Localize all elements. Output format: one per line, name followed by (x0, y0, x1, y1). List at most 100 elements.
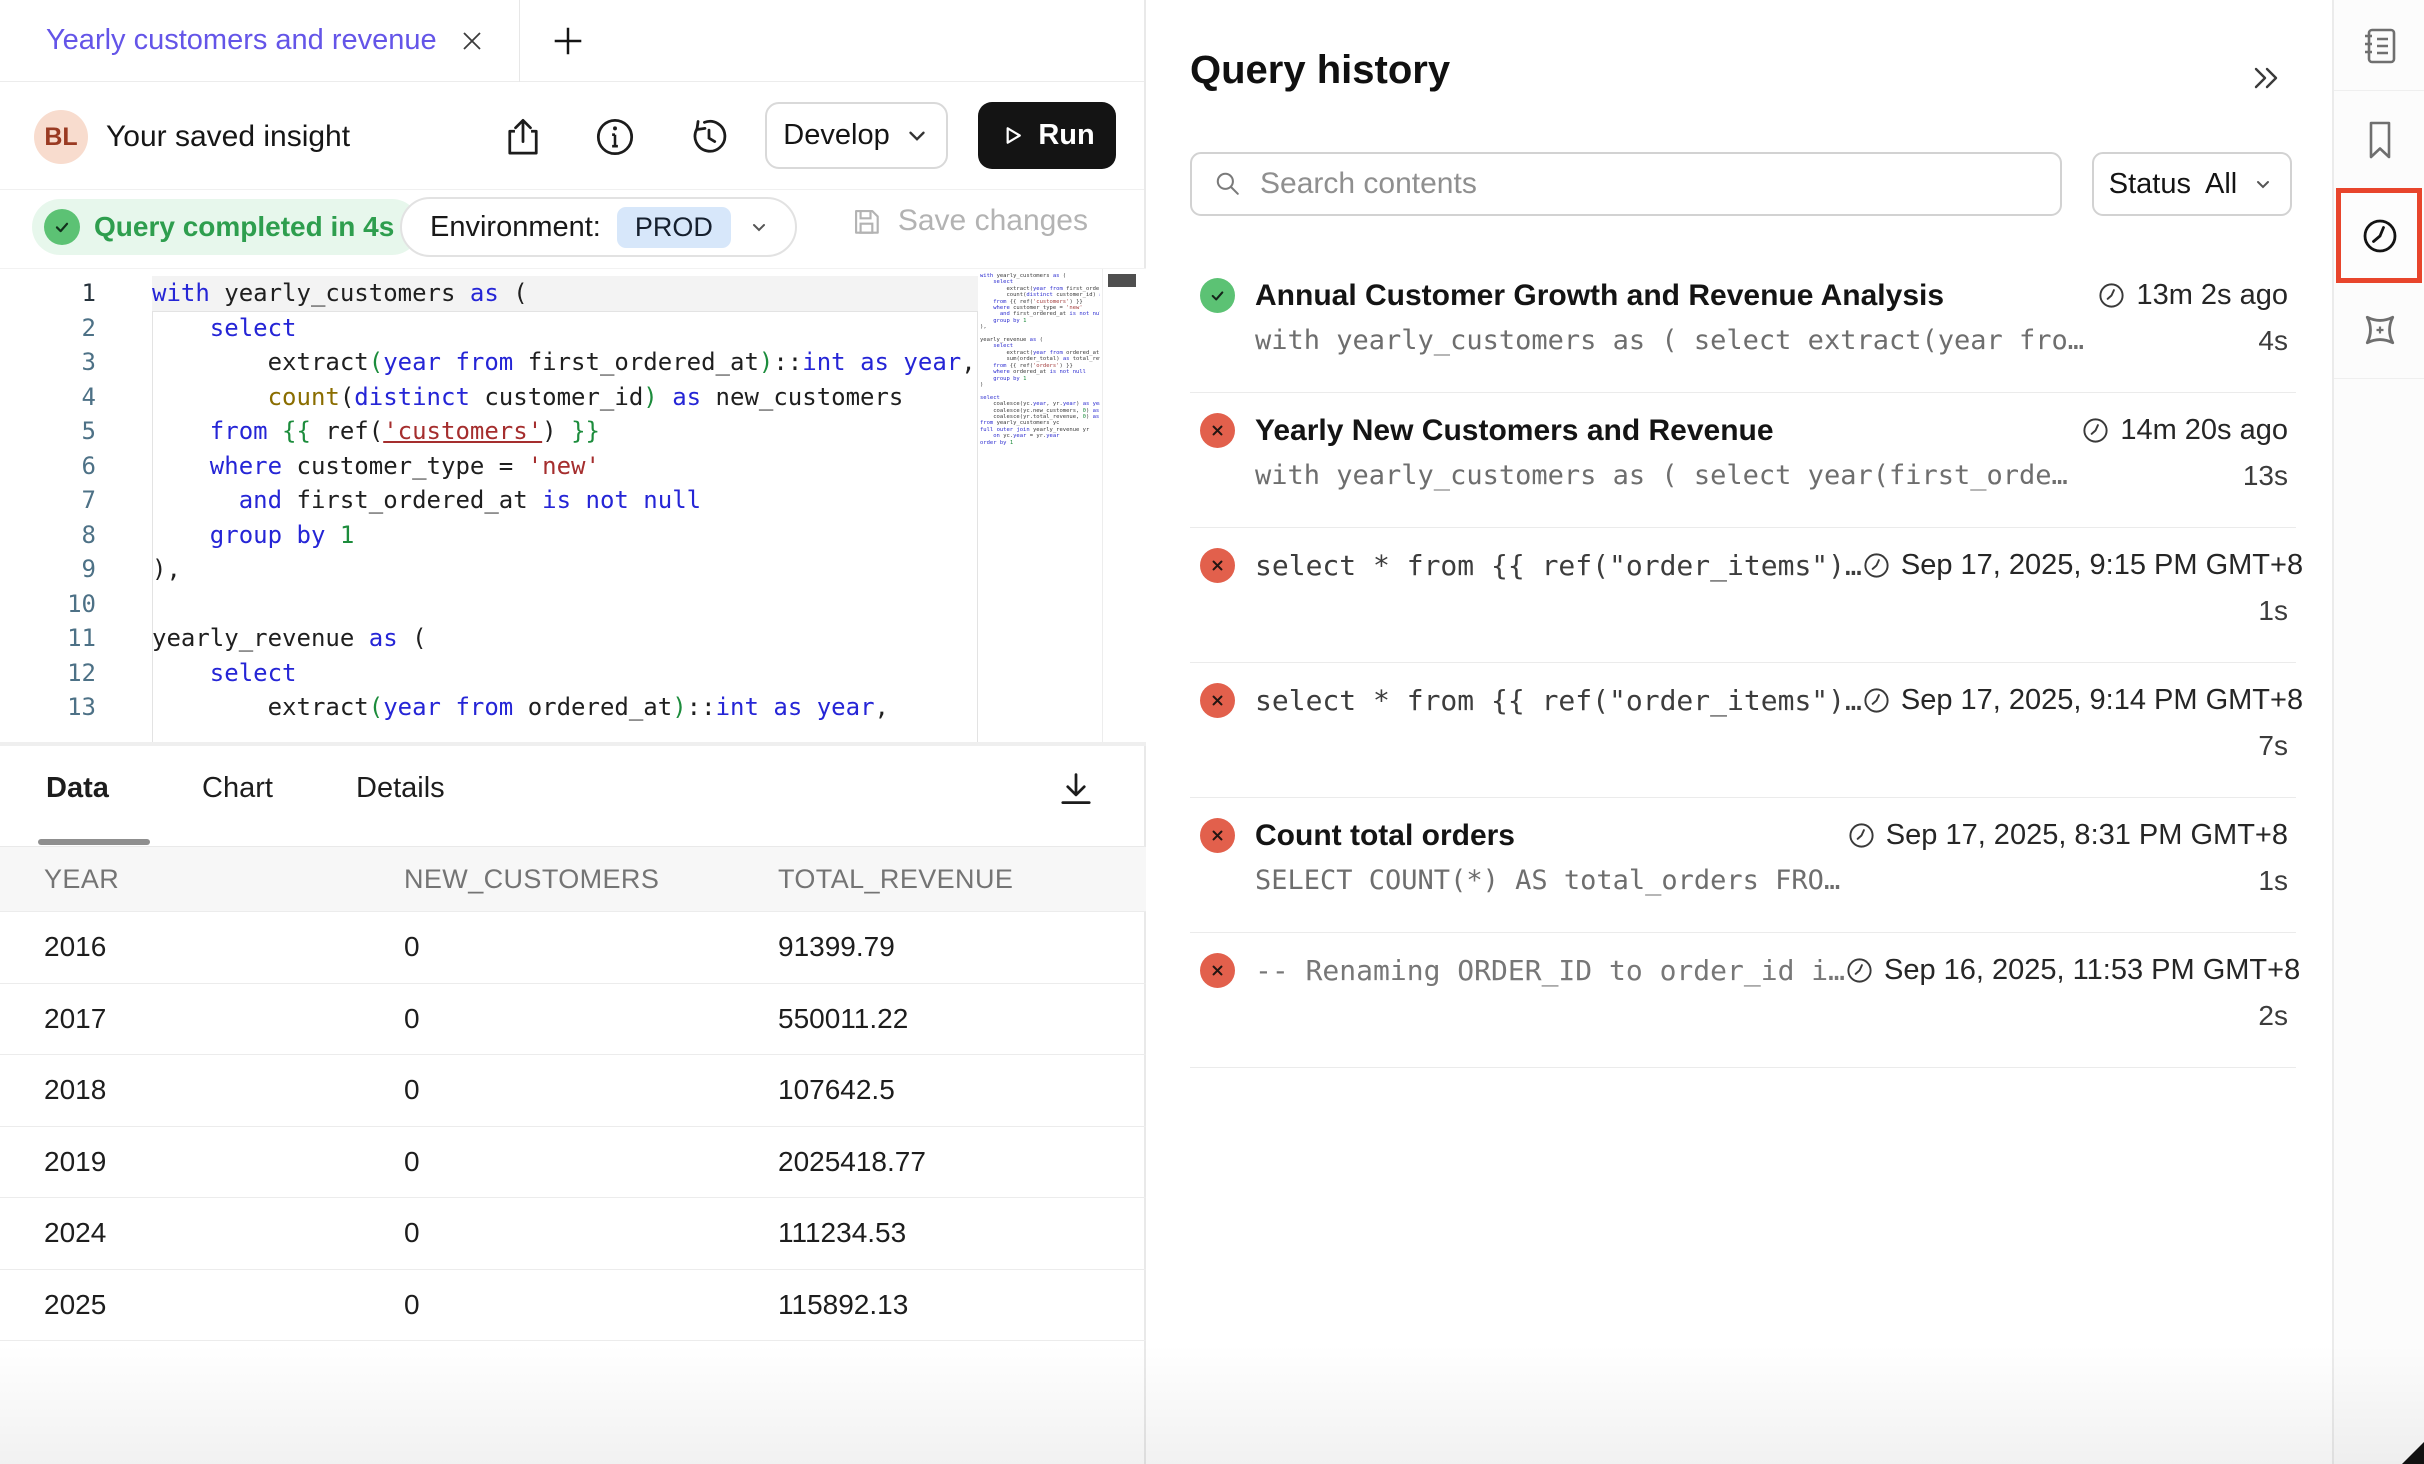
right-icon-rail (2332, 0, 2424, 1464)
code-line[interactable]: 1with yearly_customers as ( (0, 276, 978, 311)
close-tab-icon[interactable] (459, 28, 485, 54)
table-cell: 2024 (44, 1217, 404, 1249)
code-text: count(distinct customer_id) as new_custo… (118, 383, 903, 411)
column-header: TOTAL_REVENUE (778, 864, 1146, 895)
code-line[interactable]: 12 select (0, 656, 978, 691)
line-number: 5 (0, 417, 118, 445)
query-status-text: Query completed in 4s (94, 211, 394, 243)
code-line[interactable]: 5 from {{ ref('customers') }} (0, 414, 978, 449)
table-cell: 0 (404, 1289, 778, 1321)
environment-value-badge: PROD (617, 207, 731, 248)
scrollbar-thumb[interactable] (1108, 274, 1136, 287)
table-cell: 2018 (44, 1074, 404, 1106)
run-button[interactable]: Run (978, 102, 1116, 169)
table-cell: 115892.13 (778, 1289, 1146, 1321)
search-input[interactable] (1260, 167, 2040, 201)
history-item-time: Sep 17, 2025, 8:31 PM GMT+8 (1847, 819, 2288, 852)
sql-code-editor[interactable]: 1with yearly_customers as (2 select3 ext… (0, 268, 1146, 742)
code-text: extract(year from first_ordered_at)::int… (118, 348, 976, 376)
query-status-badge: Query completed in 4s (32, 199, 420, 255)
code-line[interactable]: 8 group by 1 (0, 518, 978, 553)
develop-dropdown[interactable]: Develop (765, 102, 948, 169)
save-changes-button[interactable]: Save changes (848, 203, 1088, 239)
line-number: 4 (0, 383, 118, 411)
history-item[interactable]: Yearly New Customers and Revenue14m 20s … (1190, 393, 2296, 528)
history-item-title: select * from {{ ref("order_items")… (1255, 549, 1862, 582)
status-error-icon (1200, 953, 1235, 988)
status-error-icon (1200, 818, 1235, 853)
code-text: with yearly_customers as ( (118, 279, 528, 307)
history-item-sql-preview: with yearly_customers as ( select extrac… (1255, 325, 2084, 356)
history-item-time: 13m 2s ago (2097, 279, 2288, 312)
history-item-time: Sep 17, 2025, 9:15 PM GMT+8 (1862, 549, 2303, 582)
avatar: BL (34, 110, 88, 164)
environment-dropdown[interactable]: Environment: PROD (400, 197, 797, 257)
history-item[interactable]: Count total orders Sep 17, 2025, 8:31 PM … (1190, 798, 2296, 933)
notebook-icon[interactable] (2356, 22, 2404, 70)
chevron-down-icon (904, 123, 930, 149)
history-item[interactable]: -- Renaming ORDER_ID to order_id i…Sep 1… (1190, 933, 2296, 1068)
line-number: 6 (0, 452, 118, 480)
table-cell: 0 (404, 931, 778, 963)
line-number: 13 (0, 693, 118, 721)
save-icon (848, 203, 884, 239)
table-cell: 107642.5 (778, 1074, 1146, 1106)
code-lines[interactable]: 1with yearly_customers as (2 select3 ext… (0, 276, 978, 725)
new-tab-button[interactable] (546, 19, 590, 63)
code-line[interactable]: 10 (0, 587, 978, 622)
version-history-icon[interactable] (686, 114, 732, 160)
history-list: Annual Customer Growth and Revenue Analy… (1190, 258, 2296, 1068)
code-line[interactable]: 13 extract(year from ordered_at)::int as… (0, 690, 978, 725)
status-filter-dropdown[interactable]: Status All (2092, 152, 2292, 216)
tab-details[interactable]: Details (356, 772, 445, 805)
history-item-time: 14m 20s ago (2081, 414, 2288, 447)
code-line[interactable]: 2 select (0, 311, 978, 346)
table-row: 2016091399.79 (0, 912, 1146, 984)
history-item-duration: 7s (2258, 730, 2288, 762)
history-item-duration: 13s (2243, 460, 2288, 492)
code-line[interactable]: 4 count(distinct customer_id) as new_cus… (0, 380, 978, 415)
code-text: select (118, 314, 297, 342)
chevron-down-icon (2251, 172, 2275, 196)
environment-label: Environment: (430, 211, 601, 244)
table-cell: 0 (404, 1217, 778, 1249)
code-line[interactable]: 3 extract(year from first_ordered_at)::i… (0, 345, 978, 380)
editor-scrollbar[interactable] (1102, 269, 1144, 742)
tab-yearly-customers-and-revenue[interactable]: Yearly customers and revenue (0, 0, 519, 81)
history-item-duration: 2s (2258, 1000, 2288, 1032)
history-item[interactable]: select * from {{ ref("order_items")…Sep … (1190, 663, 2296, 798)
table-cell: 111234.53 (778, 1217, 1146, 1249)
query-history-panel: Query history Status All Annual Customer… (1148, 0, 2332, 1464)
tab-title: Yearly customers and revenue (46, 24, 437, 57)
code-line[interactable]: 9), (0, 552, 978, 587)
share-icon[interactable] (500, 114, 546, 160)
history-item[interactable]: select * from {{ ref("order_items")…Sep … (1190, 528, 2296, 663)
history-clock-icon[interactable] (2356, 212, 2404, 260)
panel-title: Query history (1190, 48, 1450, 93)
bookmark-icon[interactable] (2356, 116, 2404, 164)
tab-data[interactable]: Data (46, 772, 109, 805)
play-icon (999, 122, 1026, 149)
minimap-line: order by 1 (980, 440, 1100, 446)
code-line[interactable]: 6 where customer_type = 'new' (0, 449, 978, 484)
info-icon[interactable] (592, 114, 638, 160)
code-text: select (118, 659, 297, 687)
code-line[interactable]: 7 and first_ordered_at is not null (0, 483, 978, 518)
line-number: 10 (0, 590, 118, 618)
collapse-panel-icon[interactable] (2246, 58, 2286, 98)
active-tab-underline (38, 839, 150, 845)
history-item[interactable]: Annual Customer Growth and Revenue Analy… (1190, 258, 2296, 393)
download-icon[interactable] (1054, 768, 1098, 812)
tab-chart[interactable]: Chart (202, 772, 273, 805)
editor-minimap[interactable]: with yearly_customers as ( select extrac… (980, 273, 1100, 739)
explore-icon[interactable] (2356, 306, 2404, 354)
search-box[interactable] (1190, 152, 2062, 216)
history-item-duration: 1s (2258, 865, 2288, 897)
table-cell: 2025 (44, 1289, 404, 1321)
table-cell: 2025418.77 (778, 1146, 1146, 1178)
history-item-time: Sep 17, 2025, 9:14 PM GMT+8 (1862, 684, 2303, 717)
code-text: extract(year from ordered_at)::int as ye… (118, 693, 889, 721)
code-line[interactable]: 11yearly_revenue as ( (0, 621, 978, 656)
history-item-title: Count total orders (1255, 819, 1515, 853)
insight-title: Your saved insight (106, 120, 350, 154)
